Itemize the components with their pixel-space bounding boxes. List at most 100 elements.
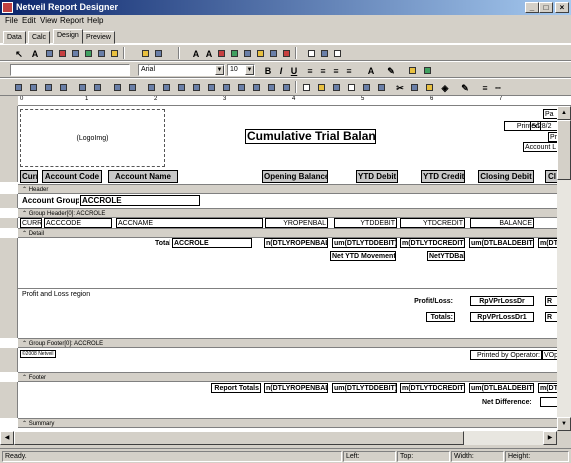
copyright-field[interactable]: ©2008 Netveil Ltd (20, 350, 56, 358)
print-setup-icon[interactable] (375, 81, 387, 93)
open-icon[interactable] (315, 81, 327, 93)
header-account-name[interactable]: Account Name (108, 170, 178, 183)
net-ytd-movement-label[interactable]: Net YTD Movement (330, 251, 396, 261)
justify-icon[interactable]: ≡ (342, 64, 354, 76)
copy-icon[interactable] (408, 81, 420, 93)
size-grid-icon[interactable] (190, 81, 202, 93)
nudge-icon[interactable] (265, 81, 277, 93)
pl-region-label[interactable]: Profit and Loss region (20, 289, 110, 299)
total-label[interactable]: Total (153, 238, 171, 248)
italic-icon[interactable]: I (274, 64, 286, 76)
move-right-icon[interactable] (250, 81, 262, 93)
printed-by-label[interactable]: Printed by Operator: (470, 350, 542, 360)
save-icon[interactable] (330, 81, 342, 93)
font-color-icon[interactable]: A (364, 64, 376, 76)
report-totals-label[interactable]: Report Totals (211, 383, 261, 393)
band-footer[interactable]: ⌃ Footer (18, 372, 557, 382)
report-title[interactable]: Cumulative Trial Balance (245, 129, 376, 144)
tab-calc[interactable]: Calc (28, 31, 51, 44)
tab-preview[interactable]: Preview (82, 31, 115, 44)
header-account-code[interactable]: Account Code (42, 170, 102, 183)
scroll-left-icon[interactable]: ◀ (0, 431, 14, 445)
align-bottoms-icon[interactable] (57, 81, 69, 93)
align-center-icon[interactable]: ≡ (316, 64, 328, 76)
subreport-icon[interactable] (228, 47, 240, 59)
totals-field[interactable]: RpVPrLossDr1 (470, 312, 534, 322)
net-difference-label[interactable]: Net Difference: (480, 397, 532, 407)
page-label[interactable]: Pa (543, 109, 557, 119)
detail-curr[interactable]: CURR (20, 218, 42, 228)
profit-loss-label[interactable]: Profit/Loss: (410, 296, 455, 306)
paste-icon[interactable] (423, 81, 435, 93)
text-tool-icon[interactable]: A (28, 47, 40, 59)
field-tool-icon[interactable] (43, 47, 55, 59)
scroll-right-icon[interactable]: ▶ (543, 431, 557, 445)
font-tool-icon[interactable]: A (189, 47, 201, 59)
crosstab-icon[interactable] (280, 47, 292, 59)
group-icon[interactable] (318, 47, 330, 59)
net-ytd-bal-field[interactable]: NetYTDBal (427, 251, 465, 261)
scroll-thumb[interactable] (557, 120, 571, 180)
logo-image[interactable]: (LogoImg) (20, 109, 165, 167)
band-group-footer[interactable]: ⌃ Group Footer[0]: ACCROLE (18, 338, 557, 348)
report-sum-ytdcredit[interactable]: m(DTLYTDCREDIT) (400, 383, 465, 393)
move-down-icon[interactable] (220, 81, 232, 93)
header-opening-balance[interactable]: Opening Balance (262, 170, 328, 183)
menu-view[interactable]: View (40, 16, 57, 25)
new-icon[interactable] (300, 81, 312, 93)
line-width-icon[interactable]: ≡ (478, 81, 490, 93)
total-accrole-field[interactable]: ACCROLE (172, 238, 252, 248)
sum-more-field[interactable]: m(DTL (538, 238, 557, 248)
report-sum-yropenbal[interactable]: n(DTLYROPENBAL) (264, 383, 328, 393)
sum-baldebit-field[interactable]: um(DTLBALDEBIT) (469, 238, 534, 248)
group-label[interactable]: Account Group: (20, 195, 80, 206)
bold-icon[interactable]: B (261, 64, 273, 76)
grid-icon[interactable] (152, 47, 164, 59)
bring-front-icon[interactable] (406, 64, 418, 76)
profit-loss-extra[interactable]: R (545, 296, 557, 306)
line-style-icon[interactable]: ┄ (491, 81, 503, 93)
preview-icon[interactable] (345, 81, 357, 93)
align-lefts-icon[interactable] (12, 81, 24, 93)
scroll-down-icon[interactable]: ▼ (557, 417, 571, 431)
memo-icon[interactable] (241, 47, 253, 59)
print-date-field[interactable]: 5/28/2 (530, 121, 557, 131)
tab-data[interactable]: Data (3, 31, 26, 44)
sum-ytdcredit-field[interactable]: m(DTLYTDCREDIT) (400, 238, 465, 248)
send-back-icon[interactable] (421, 64, 433, 76)
scroll-thumb-h[interactable] (14, 431, 464, 445)
header-curr[interactable]: Curr. (20, 170, 38, 183)
align-right-icon[interactable]: ≡ (329, 64, 341, 76)
detail-acccode[interactable]: ACCCODE (44, 218, 112, 228)
header-ytd-credit[interactable]: YTD Credit (421, 170, 465, 183)
chart-icon[interactable] (215, 47, 227, 59)
line-tool-icon[interactable] (95, 47, 107, 59)
tab-order-icon[interactable] (280, 81, 292, 93)
scroll-up-icon[interactable]: ▲ (557, 106, 571, 120)
detail-ytddebit[interactable]: YTDDEBIT (334, 218, 397, 228)
menu-help[interactable]: Help (87, 16, 103, 25)
band-header[interactable]: ⌃ Header (18, 184, 557, 194)
report-sum-more[interactable]: m(DTL (538, 383, 557, 393)
detail-accname[interactable]: ACCNAME (116, 218, 263, 228)
space-vert-icon[interactable] (91, 81, 103, 93)
same-height-icon[interactable] (126, 81, 138, 93)
db-image-icon[interactable] (69, 47, 81, 59)
account-l-field[interactable]: Account L (523, 142, 557, 152)
cut-icon[interactable]: ✂ (393, 81, 405, 93)
profit-loss-field[interactable]: RpVPrLossDr (470, 296, 534, 306)
group-value-field[interactable]: ACCROLE (80, 195, 200, 206)
vertical-scrollbar[interactable]: ▲ ▼ (557, 106, 571, 431)
detail-balance[interactable]: BALANCE (470, 218, 534, 228)
center-vert-icon[interactable] (160, 81, 172, 93)
band-icon[interactable] (331, 47, 343, 59)
calc-icon[interactable] (254, 47, 266, 59)
move-left-icon[interactable] (235, 81, 247, 93)
pr-field[interactable]: Pr (548, 132, 557, 142)
sum-yropenbal-field[interactable]: n(DTLYROPENBAL) (264, 238, 328, 248)
close-button[interactable]: × (555, 2, 569, 13)
underline-icon[interactable]: U (287, 64, 299, 76)
sum-ytddebit-field[interactable]: um(DTLYTDDEBIT) (332, 238, 397, 248)
header-ytd-debit[interactable]: YTD Debit (356, 170, 398, 183)
line-color-icon[interactable]: ✎ (458, 81, 470, 93)
